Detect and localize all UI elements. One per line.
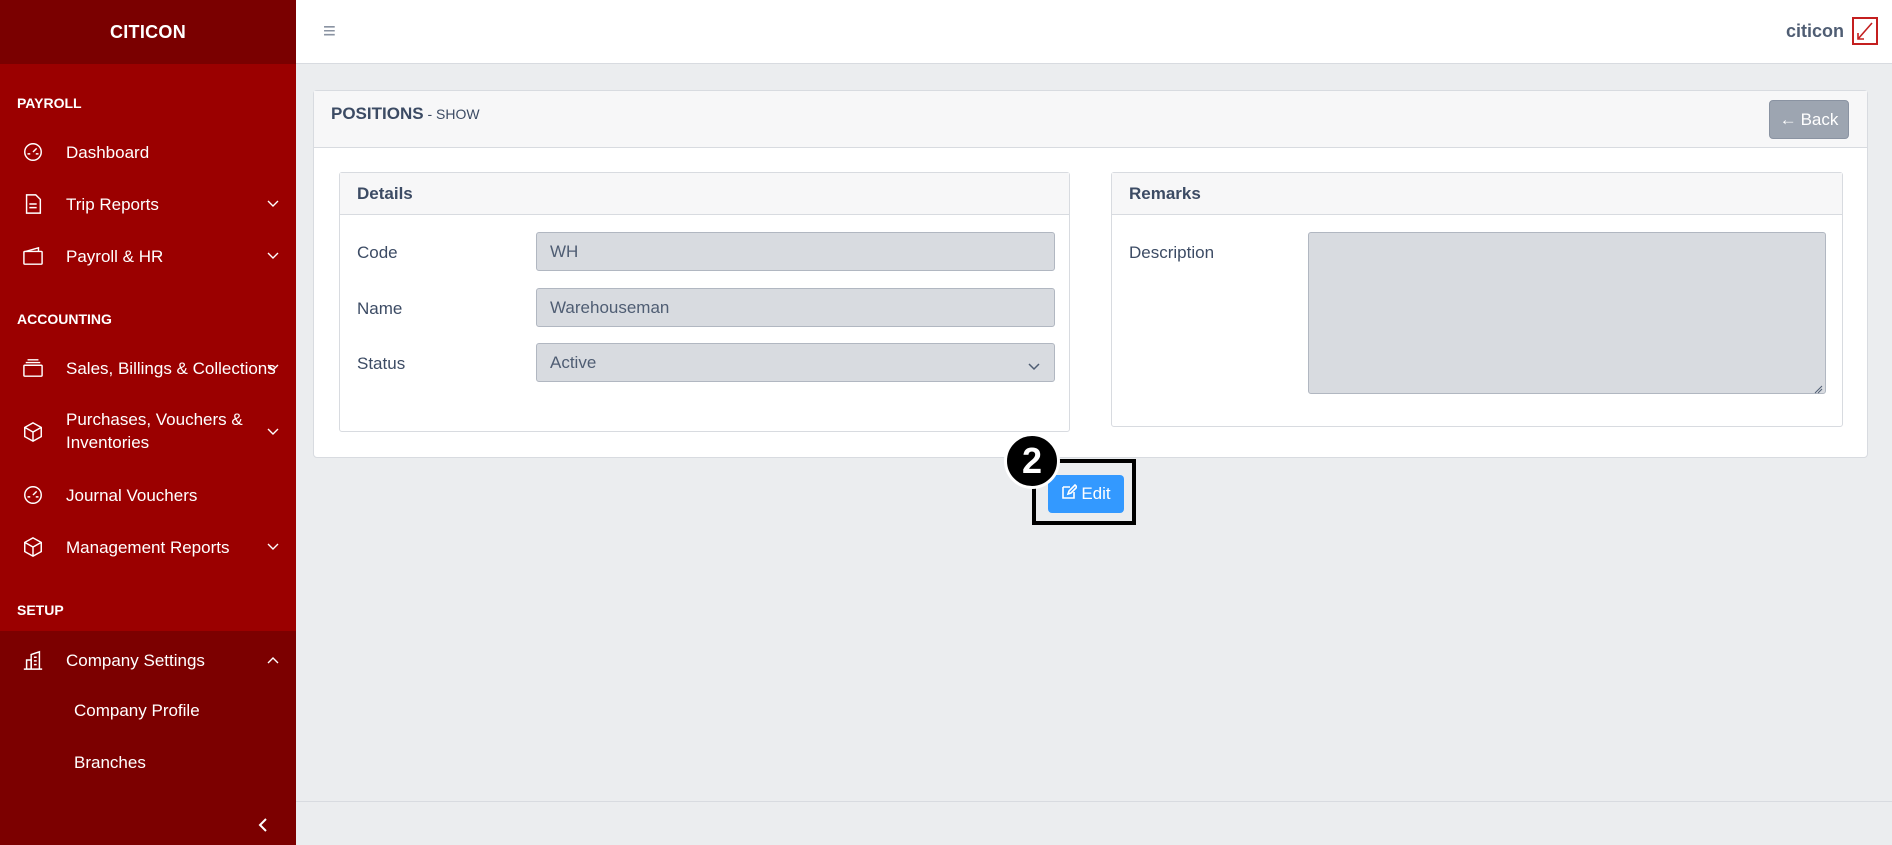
sidebar-item-trip-reports[interactable]: Trip Reports [0,192,296,216]
nav-section-payroll: PAYROLL [17,95,82,111]
status-select-value: Active [550,352,597,372]
inbox-stack-icon [21,356,45,380]
user-name[interactable]: citicon [1786,21,1844,42]
chevron-down-icon [266,197,280,211]
sidebar-item-company-settings[interactable]: Company Settings [0,648,296,672]
chevron-down-icon [266,540,280,554]
card-header: POSITIONS - SHOW ← Back [314,91,1867,148]
chevron-up-icon [266,653,280,667]
sidebar-group-company-settings: Company Settings Company Profile Branche… [0,631,296,815]
edit-button[interactable]: Edit [1048,475,1124,513]
hamburger-menu-icon[interactable]: ≡ [323,20,336,42]
resize-handle-icon[interactable] [1813,381,1823,399]
description-textarea[interactable] [1308,232,1826,394]
name-label: Name [357,299,403,318]
building-icon [21,648,45,672]
edit-button-label: Edit [1081,484,1111,503]
chevron-down-icon [266,249,280,263]
step-number-badge: 2 [1004,433,1060,489]
sidebar-item-label: Sales, Billings & Collections [66,358,276,378]
cube-icon [21,535,45,559]
header: ≡ citicon [296,0,1892,64]
sidebar-item-purchases[interactable]: Purchases, Vouchers & Inventories [0,408,296,456]
speedometer-icon [21,140,45,164]
sidebar-item-label: Company Settings [66,650,205,670]
details-panel-title: Details [340,173,1069,215]
sidebar-toggle-button[interactable] [256,817,272,833]
nav-section-setup: SETUP [17,602,64,618]
sidebar-item-label: Payroll & HR [66,246,164,266]
chevron-down-icon [266,425,280,439]
sidebar-item-journal-vouchers[interactable]: Journal Vouchers [0,483,296,507]
back-button[interactable]: ← Back [1769,100,1849,139]
cube-icon [21,420,45,444]
status-select[interactable]: Active [536,343,1055,382]
remarks-panel-title: Remarks [1112,173,1842,215]
sidebar-item-label: Dashboard [66,142,150,162]
sidebar-item-payroll-hr[interactable]: Payroll & HR [0,244,296,268]
sidebar-item-label: Trip Reports [66,194,159,214]
edit-icon [1061,483,1079,505]
arrow-left-icon: ← [1779,109,1797,129]
name-field[interactable]: Warehouseman [536,288,1055,327]
sidebar-item-sales[interactable]: Sales, Billings & Collections [0,356,296,380]
brand-logo[interactable]: CITICON [0,0,296,64]
sidebar-footer [0,805,296,845]
back-button-label: Back [1800,109,1839,129]
status-label: Status [357,354,406,373]
sidebar-item-dashboard[interactable]: Dashboard [0,140,296,164]
code-field[interactable]: WH [536,232,1055,271]
description-label: Description [1129,243,1215,262]
chevron-down-icon [1028,356,1040,376]
sidebar: CITICON PAYROLL Dashboard Trip Reports P… [0,0,296,845]
wallet-icon [21,244,45,268]
code-label: Code [357,243,398,262]
page-title-text: POSITIONS [331,104,424,123]
sidebar-item-management-reports[interactable]: Management Reports [0,535,296,559]
nav-section-accounting: ACCOUNTING [17,311,112,327]
sidebar-item-label: Journal Vouchers [66,485,198,505]
footer [296,801,1892,845]
speedometer-icon [21,483,45,507]
positions-card: POSITIONS - SHOW ← Back Details Code WH … [313,90,1868,458]
sidebar-item-company-profile[interactable]: Company Profile [74,701,200,721]
sidebar-item-label: Management Reports [66,537,230,557]
chevron-down-icon [266,361,280,375]
page-title: POSITIONS - SHOW [331,104,480,124]
avatar[interactable] [1852,17,1878,45]
remarks-panel: Remarks Description [1111,172,1843,427]
sidebar-item-label: Purchases, Vouchers & Inventories [66,410,243,452]
document-icon [21,192,45,216]
details-panel: Details Code WH Name Warehouseman Status… [339,172,1070,432]
page-subtitle: - SHOW [423,106,480,122]
sidebar-item-branches[interactable]: Branches [74,753,146,773]
